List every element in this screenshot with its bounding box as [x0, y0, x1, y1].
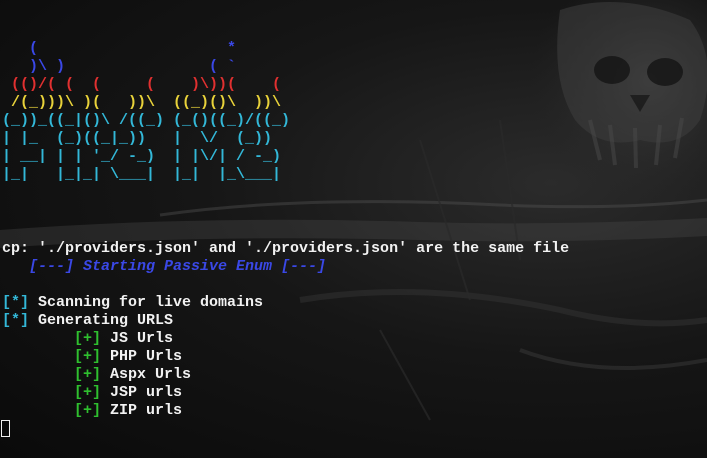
banner-line-2: )\ ) ( `: [2, 58, 237, 75]
substep-marker: [+]: [2, 348, 102, 365]
step-marker: [*]: [2, 294, 30, 311]
terminal-window[interactable]: ( * )\ ) ( ` (()/( ( ( ( )\))( ( /(_)))\…: [0, 0, 707, 458]
banner-line-5: (_))_((_|()\ /((_) (_()((_)/((_): [2, 112, 291, 129]
step-text: Scanning for live domains: [29, 294, 264, 311]
substep-text: ZIP urls: [101, 402, 183, 419]
cp-error-message: cp: './providers.json' and './providers.…: [2, 240, 570, 257]
substep-marker: [+]: [2, 366, 102, 383]
substep-aspx: [+] Aspx Urls: [2, 366, 191, 384]
substep-marker: [+]: [2, 330, 102, 347]
banner-line-7: | __| | | '_/ -_) | |\/| / -_): [2, 148, 282, 165]
step-marker: [*]: [2, 312, 30, 329]
substep-zip: [+] ZIP urls: [2, 402, 182, 420]
banner-line-8: |_| |_|_| \___| |_| |_\___|: [2, 166, 282, 183]
substep-marker: [+]: [2, 402, 102, 419]
substep-text: JS Urls: [101, 330, 174, 347]
terminal-cursor[interactable]: [1, 420, 10, 437]
substep-php: [+] PHP Urls: [2, 348, 182, 366]
banner-line-4: /(_)))\ )( ))\ ((_)()\ ))\: [2, 94, 282, 111]
substep-js: [+] JS Urls: [2, 330, 173, 348]
banner-line-3: (()/( ( ( ( )\))( (: [2, 76, 282, 93]
substep-jsp: [+] JSP urls: [2, 384, 182, 402]
substep-text: JSP urls: [101, 384, 183, 401]
substep-text: PHP Urls: [101, 348, 183, 365]
banner-line-1: ( *: [2, 40, 237, 57]
step-generating: [*] Generating URLS: [2, 312, 173, 330]
step-text: Generating URLS: [29, 312, 174, 329]
step-scanning: [*] Scanning for live domains: [2, 294, 263, 312]
section-header: [---] Starting Passive Enum [---]: [2, 258, 327, 275]
substep-marker: [+]: [2, 384, 102, 401]
banner-line-6: | |_ (_)((_|_)) | \/ (_)): [2, 130, 273, 147]
substep-text: Aspx Urls: [101, 366, 192, 383]
